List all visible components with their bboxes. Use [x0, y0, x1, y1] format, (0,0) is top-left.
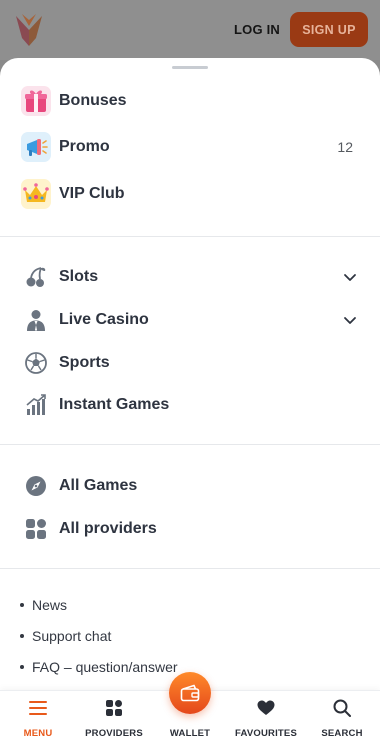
compass-icon [20, 470, 52, 502]
nav-label: FAVOURITES [235, 728, 297, 739]
menu-item-label: Bonuses [59, 92, 127, 109]
menu-item-all-games[interactable]: All Games [0, 466, 380, 506]
link-news[interactable]: News [20, 597, 67, 613]
bullet [20, 603, 24, 607]
nav-favourites[interactable]: FAVOURITES [228, 691, 304, 753]
dealer-icon [20, 304, 52, 336]
drawer-handle[interactable] [172, 66, 208, 69]
soccer-ball-icon [20, 347, 52, 379]
search-icon [331, 697, 353, 719]
menu-item-sports[interactable]: Sports [0, 343, 380, 383]
menu-item-promo[interactable]: Promo 12 [0, 127, 380, 167]
menu-item-label: Sports [59, 354, 110, 371]
menu-item-bonuses[interactable]: Bonuses [0, 81, 380, 121]
crown-icon [20, 178, 52, 210]
menu-item-label: Promo [59, 138, 110, 155]
link-label: Support chat [32, 628, 112, 644]
menu-item-label: All Games [59, 477, 138, 494]
link-faq[interactable]: FAQ – question/answer [20, 659, 178, 675]
menu-item-label: Instant Games [59, 396, 170, 413]
menu-item-all-providers[interactable]: All providers [0, 509, 380, 549]
section-divider [0, 444, 380, 445]
nav-menu[interactable]: MENU [0, 691, 76, 753]
menu-item-label: All providers [59, 520, 157, 537]
menu-drawer: Bonuses Promo 12 VIP Club Slots Live Cas… [0, 58, 380, 753]
menu-item-slots[interactable]: Slots [0, 257, 380, 297]
bullet [20, 634, 24, 638]
section-divider [0, 568, 380, 569]
wallet-icon [180, 684, 200, 702]
cherries-icon [20, 261, 52, 293]
bullet [20, 665, 24, 669]
grid-icon [103, 697, 125, 719]
menu-item-label: Slots [59, 268, 99, 285]
menu-item-label: Live Casino [59, 311, 149, 328]
section-divider [0, 236, 380, 237]
promo-count-badge: 12 [337, 139, 353, 155]
gift-icon [20, 85, 52, 117]
menu-item-live-casino[interactable]: Live Casino [0, 300, 380, 340]
top-header: LOG IN SIGN UP [0, 0, 380, 60]
nav-providers[interactable]: PROVIDERS [76, 691, 152, 753]
brand-logo[interactable] [14, 12, 44, 48]
signup-button[interactable]: SIGN UP [290, 12, 368, 47]
bar-chart-icon [20, 389, 52, 421]
menu-item-instant-games[interactable]: Instant Games [0, 385, 380, 425]
chevron-down-icon[interactable] [342, 312, 358, 328]
nav-label: WALLET [169, 728, 211, 739]
link-support-chat[interactable]: Support chat [20, 628, 111, 644]
nav-label: PROVIDERS [85, 728, 143, 739]
grid-icon [20, 513, 52, 545]
nav-label: SEARCH [321, 728, 363, 739]
nav-search[interactable]: SEARCH [304, 691, 380, 753]
nav-label: MENU [23, 728, 53, 739]
menu-item-label: VIP Club [59, 185, 125, 202]
wallet-button[interactable] [169, 672, 211, 714]
chevron-down-icon[interactable] [342, 269, 358, 285]
hamburger-icon [27, 697, 49, 719]
heart-icon [255, 697, 277, 719]
link-label: FAQ – question/answer [32, 659, 178, 675]
login-button[interactable]: LOG IN [234, 22, 280, 37]
megaphone-icon [20, 131, 52, 163]
menu-item-vip-club[interactable]: VIP Club [0, 174, 380, 214]
link-label: News [32, 597, 68, 613]
